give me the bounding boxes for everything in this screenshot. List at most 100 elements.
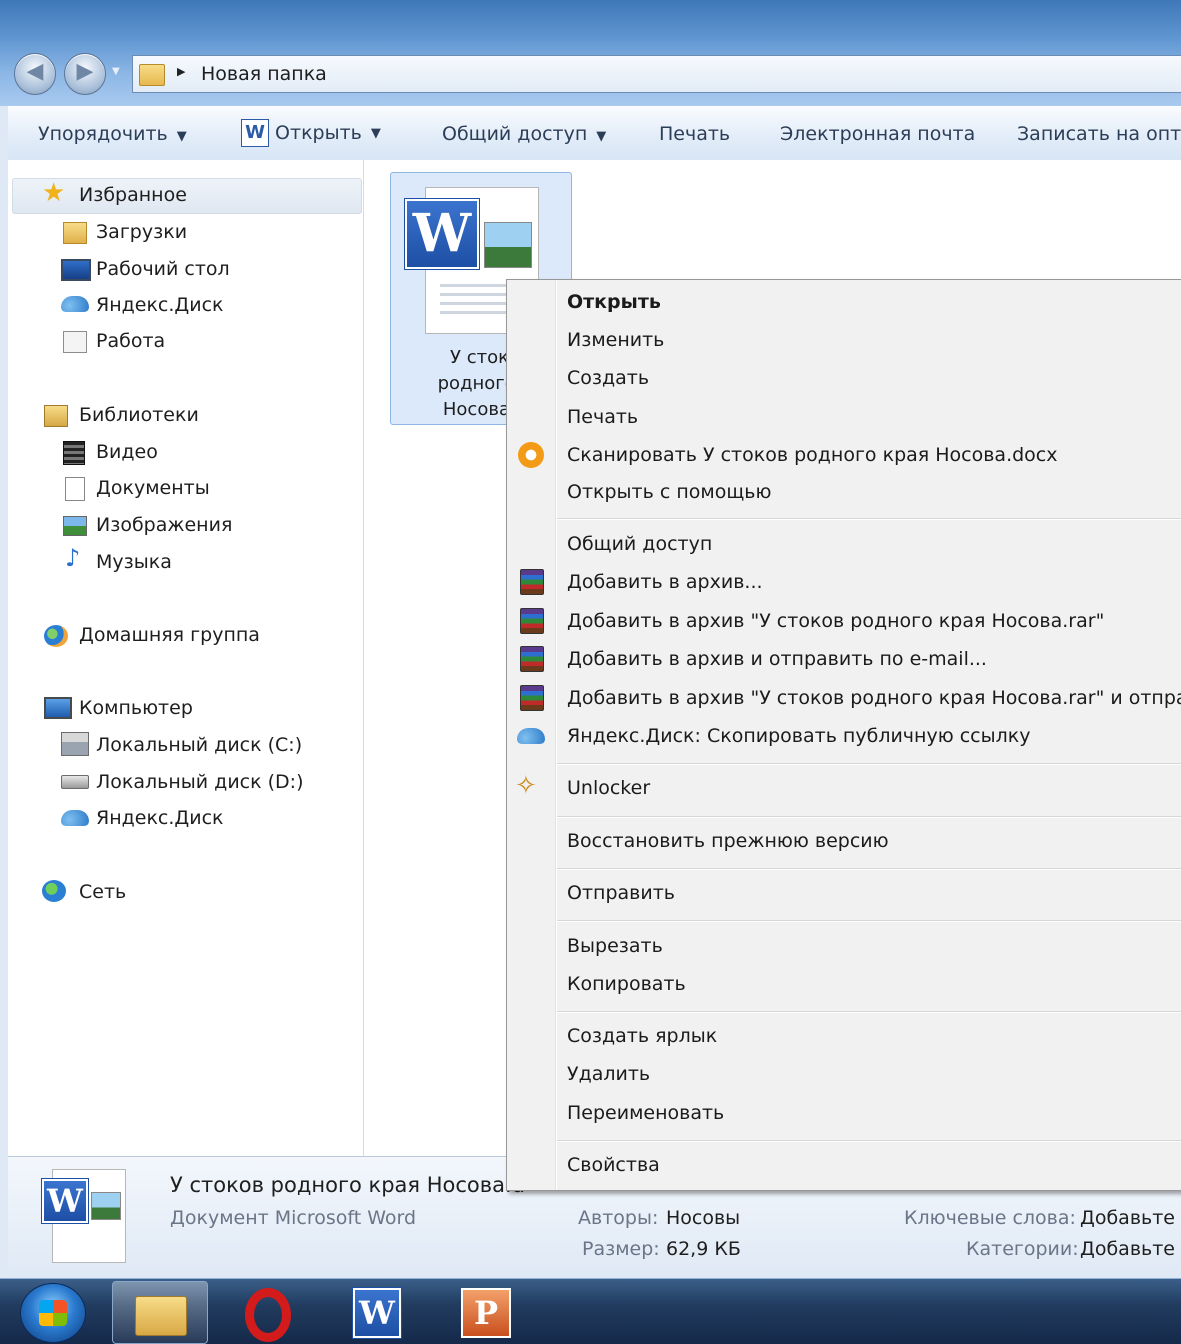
start-button[interactable] — [20, 1283, 86, 1343]
pictures-icon — [63, 516, 87, 536]
command-bar: Упорядочить ▼ W Открыть ▼ Общий доступ ▼ Пе… — [8, 106, 1181, 161]
work-folder-icon — [63, 331, 87, 353]
details-keywords-value[interactable]: Добавьте к — [1080, 1207, 1181, 1229]
nav-video[interactable]: Видео — [96, 441, 158, 463]
winrar-icon — [520, 608, 544, 634]
chevron-down-icon: ▼ — [176, 129, 187, 144]
winrar-icon — [520, 569, 544, 595]
libraries-icon — [44, 405, 68, 427]
share-button[interactable]: Общий доступ ▼ — [442, 123, 606, 145]
picture-thumbnail — [484, 222, 532, 268]
windows-logo-icon — [39, 1300, 67, 1326]
menu-add-archive[interactable]: Добавить в архив... — [567, 571, 763, 593]
word-icon: W — [241, 119, 269, 147]
menu-add-archive-email[interactable]: Добавить в архив и отправить по e-mail..… — [567, 648, 987, 670]
music-note-icon: ♪ — [65, 544, 81, 572]
nav-work[interactable]: Работа — [96, 330, 165, 352]
menu-delete[interactable]: Удалить — [567, 1063, 650, 1085]
details-size-label: Размер: — [582, 1238, 660, 1260]
nav-desktop[interactable]: Рабочий стол — [96, 258, 230, 280]
context-menu: Открыть Изменить Создать Печать Сканиров… — [506, 279, 1181, 1191]
breadcrumb-folder[interactable]: Новая папка — [201, 63, 327, 85]
nav-downloads[interactable]: Загрузки — [96, 221, 187, 243]
details-authors-value[interactable]: Носовы — [666, 1207, 740, 1229]
menu-scan[interactable]: Сканировать У стоков родного края Носова… — [567, 444, 1057, 466]
menu-unlocker[interactable]: Unlocker — [567, 777, 650, 799]
details-filename: У стоков родного края Носова.d — [170, 1173, 525, 1197]
nav-disk-d[interactable]: Локальный диск (D:) — [96, 771, 304, 793]
print-button[interactable]: Печать — [659, 123, 730, 145]
menu-open-with[interactable]: Открыть с помощью — [567, 481, 771, 503]
unlocker-wand-icon: ✧ — [515, 771, 537, 801]
word-logo-icon: W — [405, 199, 479, 269]
nav-computer[interactable]: Компьютер — [79, 697, 193, 719]
explorer-folder-icon — [135, 1296, 187, 1336]
menu-open[interactable]: Открыть — [567, 291, 661, 313]
menu-copy[interactable]: Копировать — [567, 973, 686, 995]
nav-music[interactable]: Музыка — [96, 551, 172, 573]
menu-add-archive-rar[interactable]: Добавить в архив "У стоков родного края … — [567, 610, 1104, 632]
menu-print[interactable]: Печать — [567, 406, 638, 428]
downloads-folder-icon — [63, 222, 87, 244]
word-logo-icon: W — [353, 1288, 401, 1338]
taskbar-explorer[interactable] — [112, 1281, 208, 1344]
nav-network[interactable]: Сеть — [79, 881, 126, 903]
menu-rename[interactable]: Переименовать — [567, 1102, 724, 1124]
nav-pictures[interactable]: Изображения — [96, 514, 232, 536]
avast-scan-icon — [518, 442, 544, 468]
hard-disk-d-icon — [61, 775, 89, 789]
details-categories-value[interactable]: Добавьте к — [1080, 1238, 1181, 1260]
nav-documents[interactable]: Документы — [96, 477, 210, 499]
powerpoint-icon: P — [461, 1288, 511, 1338]
nav-yandex-disk[interactable]: Яндекс.Диск — [96, 294, 224, 316]
nav-libraries[interactable]: Библиотеки — [79, 404, 199, 426]
star-icon: ★ — [42, 178, 66, 208]
menu-share[interactable]: Общий доступ — [567, 533, 712, 555]
homegroup-icon — [44, 625, 68, 647]
organize-label: Упорядочить — [38, 123, 168, 145]
address-bar[interactable]: ▶ Новая папка — [132, 55, 1181, 93]
taskbar-word[interactable]: W — [330, 1281, 426, 1344]
back-button[interactable]: ◀ — [14, 53, 56, 95]
desktop-icon — [61, 259, 91, 281]
chevron-down-icon: ▼ — [370, 125, 381, 141]
folder-icon — [139, 64, 165, 86]
yandex-disk-cloud-icon — [61, 296, 89, 312]
open-button[interactable]: W Открыть ▼ — [241, 119, 381, 147]
yandex-disk-cloud-icon — [61, 810, 89, 826]
burn-button[interactable]: Записать на опти — [1017, 123, 1181, 145]
email-button[interactable]: Электронная почта — [780, 123, 975, 145]
menu-restore[interactable]: Восстановить прежнюю версию — [567, 830, 889, 852]
menu-properties[interactable]: Свойства — [567, 1154, 660, 1176]
menu-cut[interactable]: Вырезать — [567, 935, 663, 957]
nav-homegroup[interactable]: Домашняя группа — [79, 624, 260, 646]
menu-add-archive-rar-email[interactable]: Добавить в архив "У стоков родного края … — [567, 687, 1181, 709]
arrow-right-icon: ▶ — [76, 59, 94, 84]
navigation-pane: ★ Избранное Загрузки Рабочий стол Яндекс… — [8, 160, 364, 1156]
recent-pages-chevron-icon[interactable]: ▼ — [112, 66, 120, 77]
details-authors-label: Авторы: — [578, 1207, 659, 1229]
share-label: Общий доступ — [442, 123, 588, 145]
menu-send-to[interactable]: Отправить — [567, 882, 675, 904]
nav-favorites[interactable]: Избранное — [79, 184, 187, 206]
computer-icon — [44, 697, 72, 719]
menu-new[interactable]: Создать — [567, 367, 649, 389]
taskbar-powerpoint[interactable]: P — [440, 1281, 536, 1344]
menu-create-shortcut[interactable]: Создать ярлык — [567, 1025, 717, 1047]
organize-button[interactable]: Упорядочить ▼ — [38, 123, 187, 145]
documents-icon — [65, 477, 85, 501]
hard-disk-c-icon — [61, 732, 89, 756]
word-logo-icon: W — [42, 1179, 88, 1223]
menu-yandex-copy-link[interactable]: Яндекс.Диск: Скопировать публичную ссылк… — [567, 725, 1031, 747]
yandex-disk-cloud-icon — [517, 728, 545, 744]
nav-disk-c[interactable]: Локальный диск (C:) — [96, 734, 302, 756]
breadcrumb-chevron-icon[interactable]: ▶ — [177, 65, 185, 78]
menu-edit[interactable]: Изменить — [567, 329, 664, 351]
nav-yandex-disk-2[interactable]: Яндекс.Диск — [96, 807, 224, 829]
taskbar-opera[interactable] — [220, 1281, 316, 1344]
winrar-icon — [520, 685, 544, 711]
forward-button[interactable]: ▶ — [64, 53, 106, 95]
window-titlebar: ◀ ▶ ▼ ▶ Новая папка — [0, 0, 1181, 106]
open-label: Открыть — [275, 122, 362, 144]
details-size-value: 62,9 КБ — [666, 1238, 741, 1260]
